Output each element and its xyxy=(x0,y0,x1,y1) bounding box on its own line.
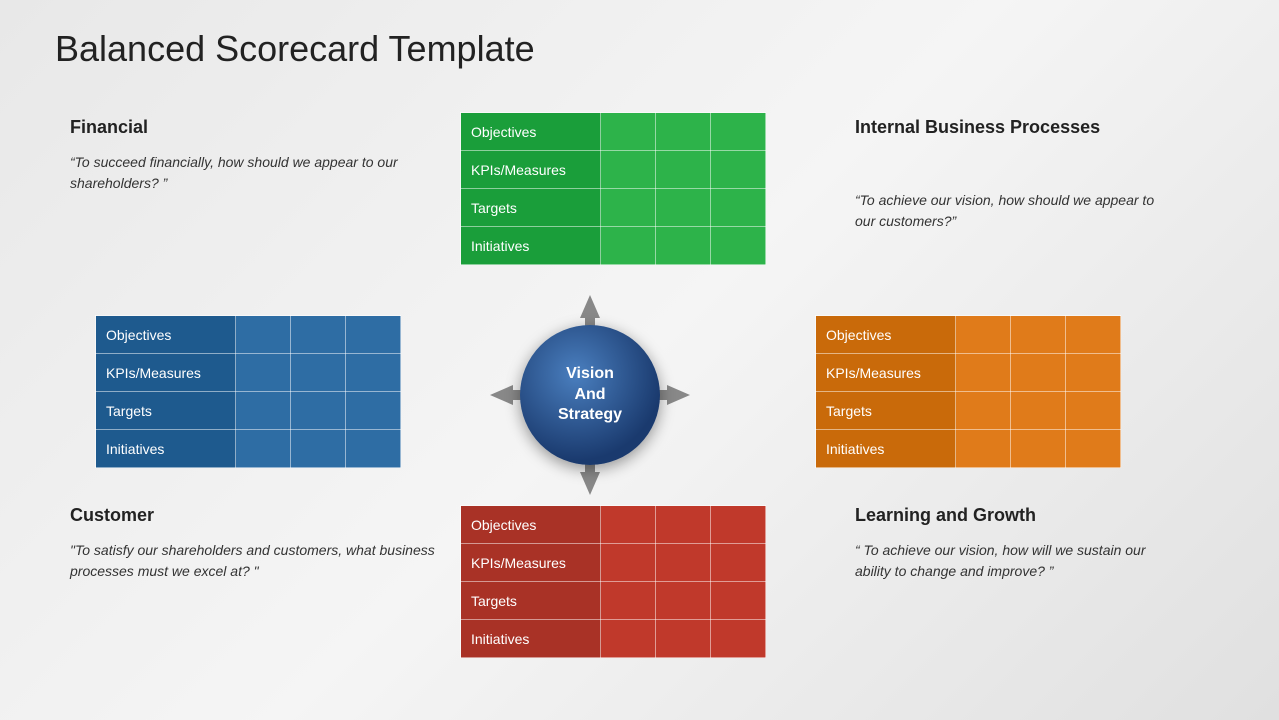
learning-row-2: KPIs/Measures xyxy=(461,544,601,582)
financial-row-3: Targets xyxy=(461,189,601,227)
learning-desc: “ To achieve our vision, how will we sus… xyxy=(855,540,1175,582)
financial-table: Objectives KPIs/Measures Targets Initiat… xyxy=(460,112,766,265)
customer-table: Objectives KPIs/Measures Targets Initiat… xyxy=(95,315,401,468)
customer-row-4: Initiatives xyxy=(96,430,236,468)
learning-row-3: Targets xyxy=(461,582,601,620)
financial-row-4: Initiatives xyxy=(461,227,601,265)
internal-row-1: Objectives xyxy=(816,316,956,354)
financial-desc: “To succeed financially, how should we a… xyxy=(70,152,430,194)
internal-row-3: Targets xyxy=(816,392,956,430)
internal-row-2: KPIs/Measures xyxy=(816,354,956,392)
learning-label: Learning and Growth xyxy=(855,505,1175,527)
customer-label: Customer xyxy=(70,505,154,527)
page-title: Balanced Scorecard Template xyxy=(55,28,535,70)
internal-label: Internal Business Processes xyxy=(855,117,1165,139)
vision-strategy-text: Vision And Strategy xyxy=(520,325,660,465)
customer-row-3: Targets xyxy=(96,392,236,430)
internal-desc: “To achieve our vision, how should we ap… xyxy=(855,190,1165,232)
internal-row-4: Initiatives xyxy=(816,430,956,468)
learning-row-4: Initiatives xyxy=(461,620,601,658)
financial-label: Financial xyxy=(70,117,148,139)
learning-row-1: Objectives xyxy=(461,506,601,544)
financial-row-2: KPIs/Measures xyxy=(461,151,601,189)
financial-row-1: Objectives xyxy=(461,113,601,151)
customer-desc: "To satisfy our shareholders and custome… xyxy=(70,540,450,582)
internal-table: Objectives KPIs/Measures Targets Initiat… xyxy=(815,315,1121,468)
customer-row-2: KPIs/Measures xyxy=(96,354,236,392)
customer-row-1: Objectives xyxy=(96,316,236,354)
learning-table: Objectives KPIs/Measures Targets Initiat… xyxy=(460,505,766,658)
